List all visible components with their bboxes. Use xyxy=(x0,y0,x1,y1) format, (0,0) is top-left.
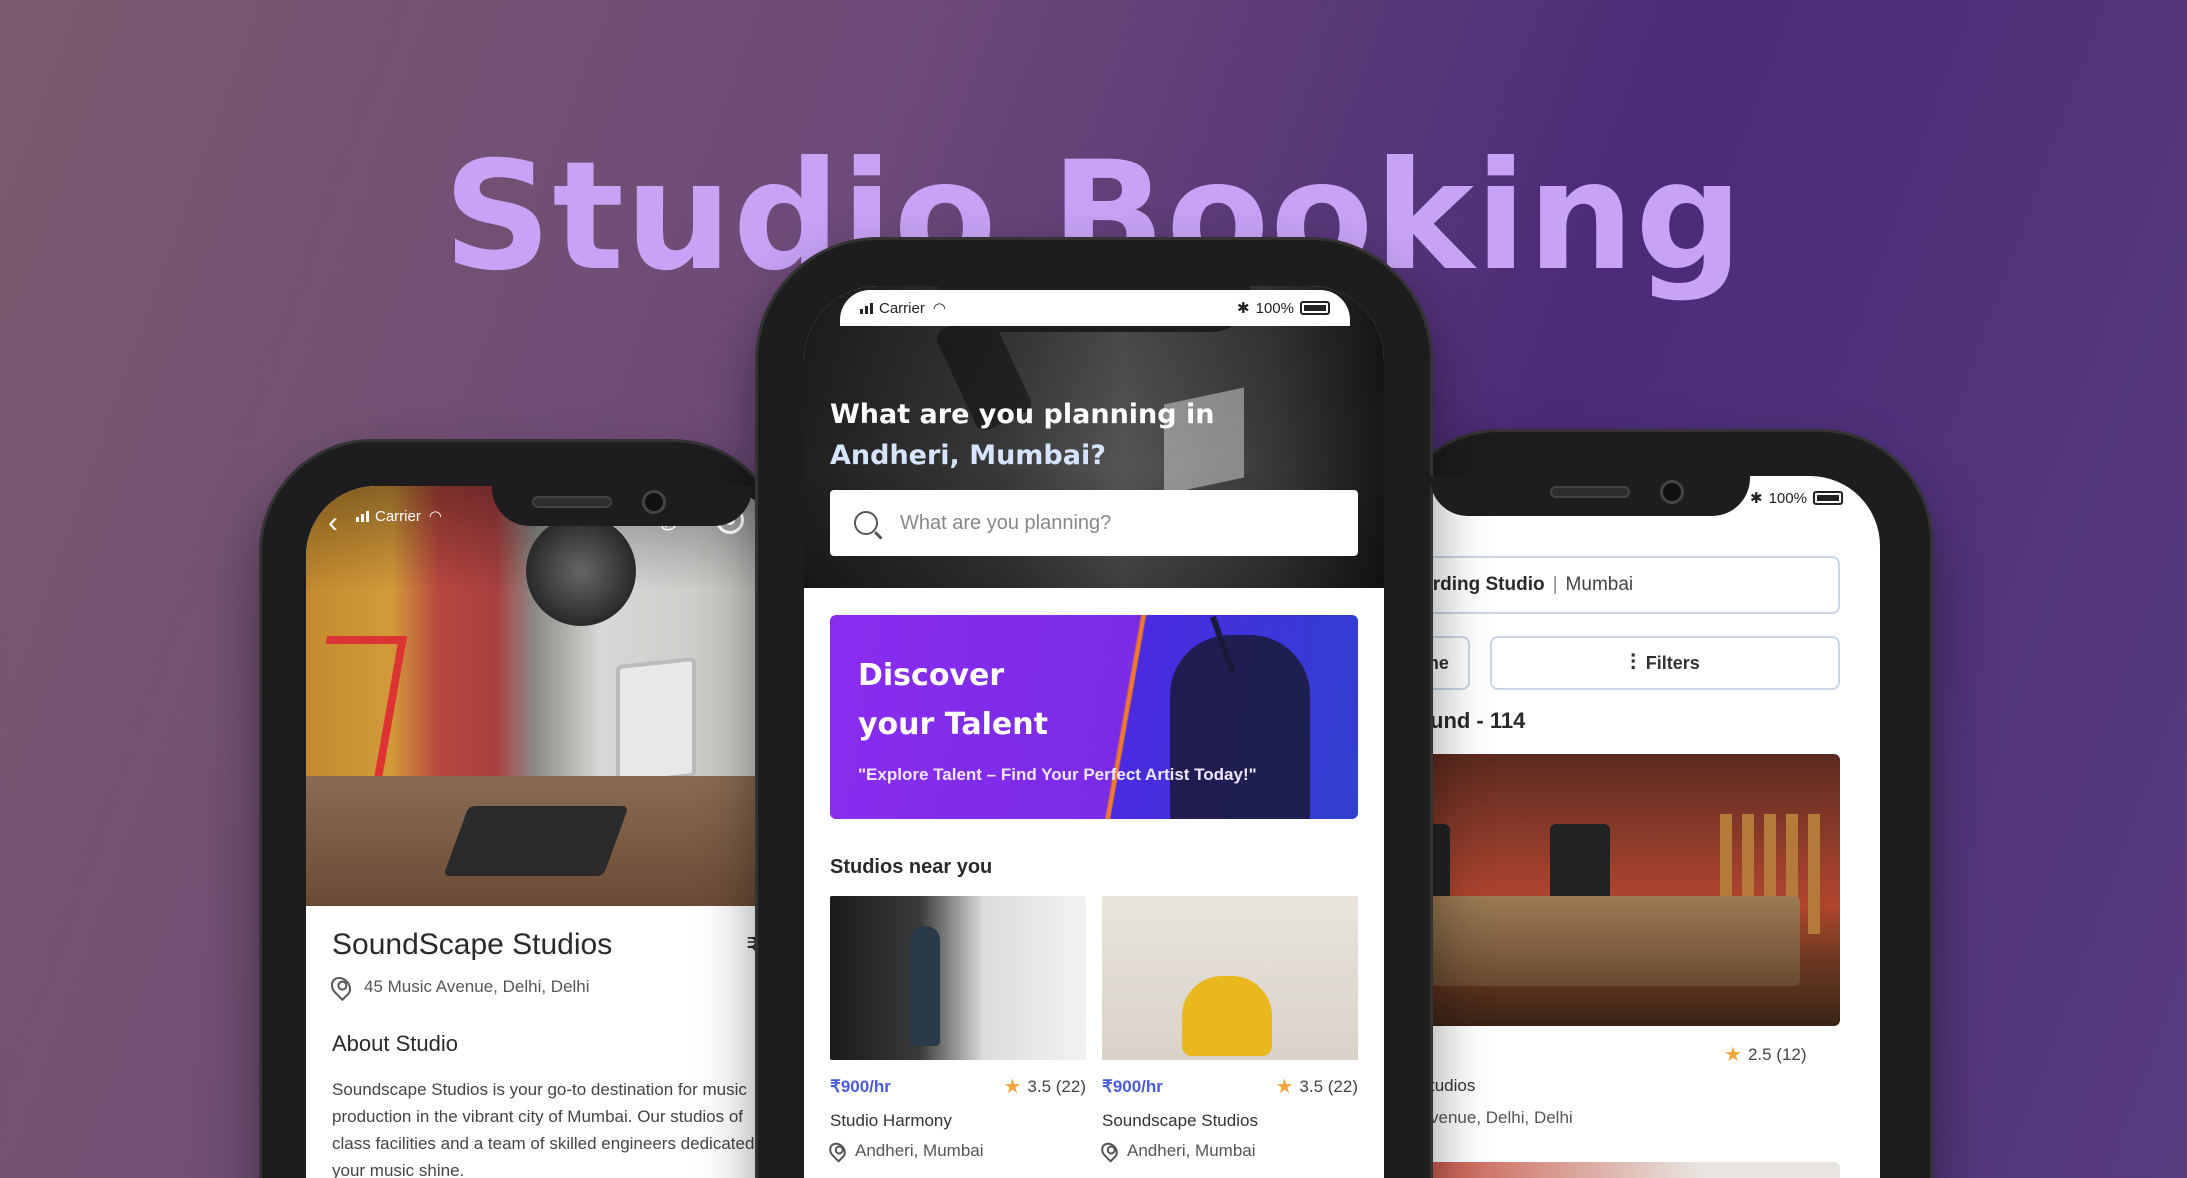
search-input[interactable]: What are you planning? xyxy=(830,490,1358,556)
banner-title-line-1: Discover xyxy=(858,658,1005,693)
left-phone-mockup: ‹ ✆ Carrier ◠ SoundScape Studios ₹ 45 Mu… xyxy=(262,442,782,1178)
bluetooth-icon: ✱ xyxy=(1750,490,1763,507)
studio-location: Andheri, Mumbai xyxy=(1097,1139,1358,1163)
heading-location: Andheri, Mumbai? xyxy=(830,440,1106,471)
studio-location: Andheri, Mumbai xyxy=(825,1139,1086,1163)
star-icon: ★ xyxy=(1003,1076,1022,1098)
signal-icon xyxy=(356,510,369,522)
studio-rating: ★ 3.5 (22) xyxy=(1003,1074,1086,1099)
studio-name: SoundScape Studios xyxy=(332,928,613,961)
search-summary[interactable]: ecording Studio | Mumbai xyxy=(1390,556,1840,614)
studio-card-image[interactable] xyxy=(830,896,1086,1060)
status-bar: Carrier ◠ ✱ 100% xyxy=(840,290,1350,326)
banner-subtitle: "Explore Talent – Find Your Perfect Arti… xyxy=(858,765,1257,784)
search-icon xyxy=(854,511,878,535)
heading-line-1: What are you planning in xyxy=(830,399,1215,430)
result-photo-2[interactable] xyxy=(1390,1162,1840,1178)
planning-heading: What are you planning in Andheri, Mumbai… xyxy=(830,394,1214,476)
studio-card[interactable]: ₹900/hr ★ 3.5 (22) Studio Harmony Andheri… xyxy=(825,896,1086,1163)
about-heading: About Studio xyxy=(332,1031,458,1056)
studio-card-image[interactable] xyxy=(1102,896,1358,1060)
result-photo[interactable] xyxy=(1390,754,1840,1026)
right-phone-mockup: ✱ 100% ecording Studio | Mumbai d Time ⫶… xyxy=(1390,432,1930,1178)
banner-title: Discover your Talent xyxy=(858,651,1048,749)
address-text: 45 Music Avenue, Delhi, Delhi xyxy=(364,977,590,996)
separator: | xyxy=(1552,574,1558,595)
location-pin-icon xyxy=(326,972,356,1002)
bluetooth-icon: ✱ xyxy=(1237,300,1250,317)
rating-text: 3.5 (22) xyxy=(1027,1076,1086,1096)
filters-label: Filters xyxy=(1645,652,1700,673)
result-address: venue, Delhi, Delhi xyxy=(1430,1108,1573,1127)
studio-card[interactable]: ₹900/hr ★ 3.5 (22) Soundscape Studios And… xyxy=(1097,896,1358,1163)
location-pin-icon xyxy=(1097,1139,1122,1163)
notch xyxy=(492,486,752,526)
status-bar: ✱ 100% xyxy=(1750,478,1843,518)
wifi-icon: ◠ xyxy=(932,300,946,317)
right-phone-screen: ✱ 100% ecording Studio | Mumbai d Time ⫶… xyxy=(1390,476,1880,1178)
search-placeholder: What are you planning? xyxy=(900,511,1112,534)
center-phone-mockup: Carrier ◠ ✱ 100% What are you planning i… xyxy=(758,240,1430,1178)
result-name: tudios xyxy=(1430,1076,1476,1095)
result-rating: ★ 2.5 (12) xyxy=(1724,1042,1807,1067)
rating-text: 2.5 (12) xyxy=(1747,1044,1807,1064)
filters-button[interactable]: ⫶ Filters xyxy=(1490,636,1840,690)
status-bar: Carrier ◠ xyxy=(356,496,442,536)
section-title: Studios near you xyxy=(830,856,993,878)
studio-price: ₹900/hr xyxy=(1102,1076,1163,1096)
studio-address: 45 Music Avenue, Delhi, Delhi xyxy=(326,972,590,1002)
star-icon: ★ xyxy=(1275,1076,1294,1098)
city-label: Mumbai xyxy=(1565,574,1634,595)
signal-icon xyxy=(860,302,873,314)
battery-icon xyxy=(1300,301,1330,315)
star-icon: ★ xyxy=(1724,1044,1742,1066)
studio-rating: ★ 3.5 (22) xyxy=(1275,1074,1358,1099)
studio-price: ₹900/hr xyxy=(830,1076,891,1096)
studio-name: Soundscape Studios xyxy=(1102,1111,1258,1130)
studio-name: Studio Harmony xyxy=(830,1111,952,1130)
filters-icon: ⫶ xyxy=(1630,650,1636,675)
left-phone-screen: ‹ ✆ Carrier ◠ SoundScape Studios ₹ 45 Mu… xyxy=(306,486,782,1178)
center-phone-screen: Carrier ◠ ✱ 100% What are you planning i… xyxy=(804,286,1384,1178)
wifi-icon: ◠ xyxy=(428,508,442,525)
banner-title-line-2: your Talent xyxy=(858,707,1048,742)
discover-talent-banner[interactable]: Discover your Talent "Explore Talent – F… xyxy=(830,615,1358,819)
battery-label: 100% xyxy=(1768,489,1807,507)
about-text: Soundscape Studios is your go-to destina… xyxy=(332,1080,755,1178)
battery-icon xyxy=(1812,491,1843,505)
studio-photo: ‹ ✆ xyxy=(306,486,782,906)
notch xyxy=(1430,476,1750,516)
location-pin-icon xyxy=(825,1139,850,1163)
carrier-label: Carrier xyxy=(375,507,421,525)
location-text: Andheri, Mumbai xyxy=(1127,1141,1256,1160)
battery-label: 100% xyxy=(1255,299,1294,317)
location-text: Andheri, Mumbai xyxy=(855,1141,984,1160)
results-count: und - 114 xyxy=(1430,708,1526,733)
back-arrow-icon[interactable]: ‹ xyxy=(328,506,338,540)
carrier-label: Carrier xyxy=(879,299,925,317)
rating-text: 3.5 (22) xyxy=(1299,1076,1358,1096)
